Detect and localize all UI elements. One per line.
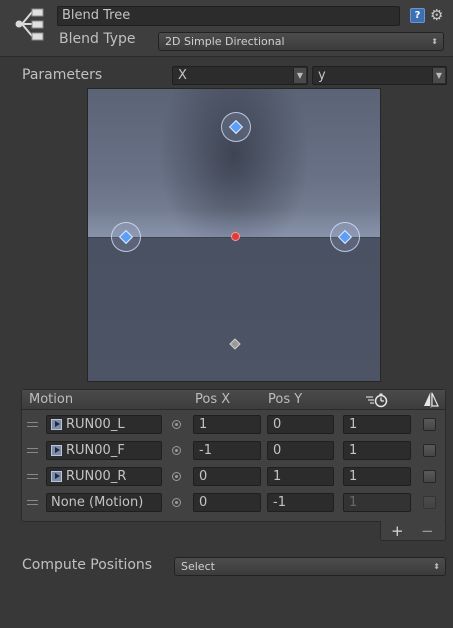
add-motion-button[interactable]: + bbox=[391, 521, 404, 541]
motion-object-field[interactable]: RUN00_R bbox=[46, 467, 162, 486]
motion-row: None (Motion) 0 -1 1 bbox=[22, 492, 445, 514]
motion-name: RUN00_F bbox=[66, 443, 125, 458]
object-picker-icon[interactable] bbox=[172, 420, 181, 429]
blend-type-label: Blend Type bbox=[59, 31, 136, 47]
motion-list: Motion Pos X Pos Y RUN00_L 1 0 1 RUN00_F… bbox=[21, 389, 446, 522]
mirror-checkbox[interactable] bbox=[423, 470, 436, 483]
motion-name: None (Motion) bbox=[51, 495, 144, 510]
drag-handle-icon[interactable] bbox=[27, 474, 38, 479]
motion-object-field[interactable]: RUN00_F bbox=[46, 441, 162, 460]
time-scale-field: 1 bbox=[343, 493, 411, 512]
compute-positions-label: Compute Positions bbox=[22, 557, 153, 573]
motion-name: RUN00_R bbox=[66, 469, 127, 484]
pos-y-field[interactable]: 0 bbox=[267, 415, 334, 434]
motion-list-footer: + − bbox=[380, 521, 446, 541]
mirror-icon[interactable] bbox=[422, 392, 440, 408]
pos-x-field[interactable]: 0 bbox=[193, 493, 261, 512]
motion-list-header: Motion Pos X Pos Y bbox=[22, 390, 445, 410]
time-scale-field[interactable]: 1 bbox=[343, 415, 411, 434]
blend-influence-lower bbox=[88, 237, 380, 381]
blend-visualization[interactable] bbox=[87, 88, 381, 382]
motion-row: RUN00_F -1 0 1 bbox=[22, 440, 445, 462]
dropdown-arrow-icon: ⬍ bbox=[433, 562, 440, 571]
object-picker-icon[interactable] bbox=[172, 472, 181, 481]
mirror-checkbox[interactable] bbox=[423, 418, 436, 431]
motion-point-right[interactable] bbox=[330, 222, 360, 252]
drag-handle-icon[interactable] bbox=[27, 422, 38, 427]
motion-point-left[interactable] bbox=[111, 222, 141, 252]
dropdown-arrow-icon: ▼ bbox=[432, 68, 445, 83]
pos-y-field[interactable]: -1 bbox=[267, 493, 334, 512]
compute-positions-select[interactable]: Select ⬍ bbox=[174, 557, 446, 576]
gear-icon[interactable]: ⚙ bbox=[430, 6, 450, 26]
pos-x-column-header: Pos X bbox=[195, 392, 231, 407]
dropdown-arrow-icon: ▼ bbox=[293, 68, 306, 83]
pos-x-field[interactable]: 0 bbox=[193, 467, 261, 486]
motion-row: RUN00_R 0 1 1 bbox=[22, 466, 445, 488]
motion-point-top[interactable] bbox=[221, 112, 251, 142]
pos-y-field[interactable]: 0 bbox=[267, 441, 334, 460]
animation-clip-icon bbox=[51, 419, 62, 430]
motion-column-header: Motion bbox=[29, 392, 74, 407]
motion-name: RUN00_L bbox=[66, 417, 125, 432]
parameter-x-select[interactable]: X ▼ bbox=[172, 66, 308, 85]
animation-clip-icon bbox=[51, 445, 62, 456]
blend-tree-icon bbox=[15, 8, 44, 41]
motion-object-field[interactable]: RUN00_L bbox=[46, 415, 162, 434]
dropdown-arrow-icon: ⬍ bbox=[431, 37, 438, 46]
pos-x-field[interactable]: 1 bbox=[193, 415, 261, 434]
help-icon[interactable]: ? bbox=[410, 8, 425, 23]
parameter-x-value: X bbox=[178, 68, 187, 83]
time-scale-field[interactable]: 1 bbox=[343, 467, 411, 486]
pos-x-field[interactable]: -1 bbox=[193, 441, 261, 460]
drag-handle-icon[interactable] bbox=[27, 500, 38, 505]
parameter-y-select[interactable]: y ▼ bbox=[312, 66, 447, 85]
blend-type-select[interactable]: 2D Simple Directional ⬍ bbox=[158, 32, 444, 51]
parameter-y-value: y bbox=[318, 68, 326, 83]
mirror-checkbox[interactable] bbox=[423, 444, 436, 457]
pos-y-column-header: Pos Y bbox=[268, 392, 303, 407]
blend-type-value: 2D Simple Directional bbox=[165, 35, 285, 48]
mirror-checkbox bbox=[423, 496, 436, 509]
blend-tree-name-field[interactable]: Blend Tree bbox=[57, 6, 400, 26]
time-scale-field[interactable]: 1 bbox=[343, 441, 411, 460]
blend-tree-header: Blend Tree ? ⚙ Blend Type 2D Simple Dire… bbox=[0, 0, 453, 57]
object-picker-icon[interactable] bbox=[172, 498, 181, 507]
motion-object-field[interactable]: None (Motion) bbox=[46, 493, 162, 512]
parameters-label: Parameters bbox=[22, 67, 103, 83]
object-picker-icon[interactable] bbox=[172, 446, 181, 455]
compute-positions-value: Select bbox=[181, 560, 215, 573]
animation-clip-icon bbox=[51, 471, 62, 482]
current-position-dot[interactable] bbox=[231, 232, 240, 241]
drag-handle-icon[interactable] bbox=[27, 448, 38, 453]
pos-y-field[interactable]: 1 bbox=[267, 467, 334, 486]
remove-motion-button[interactable]: − bbox=[421, 521, 434, 541]
stopwatch-icon bbox=[366, 393, 388, 408]
motion-row: RUN00_L 1 0 1 bbox=[22, 414, 445, 436]
